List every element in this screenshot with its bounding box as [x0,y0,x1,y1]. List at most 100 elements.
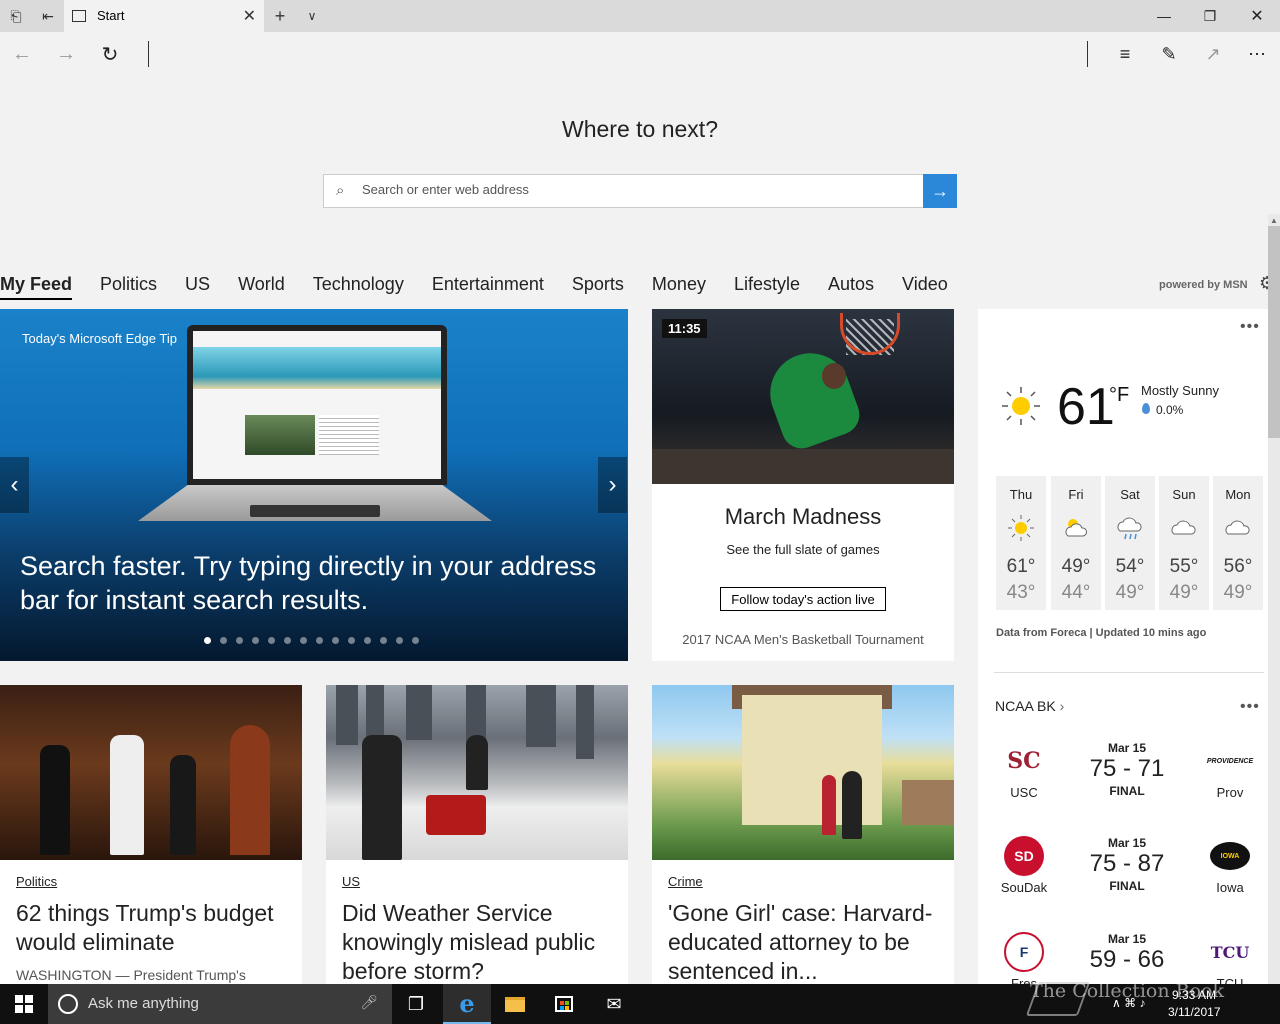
forecast-day[interactable]: Mon 56° 49° [1213,476,1263,610]
news-card[interactable]: Crime 'Gone Girl' case: Harvard-educated… [652,685,954,985]
new-tab-icon[interactable]: + [270,6,290,26]
tab-autos[interactable]: Autos [828,270,874,300]
set-tabs-aside-icon[interactable]: ⇤ [38,6,58,26]
news-image [652,685,954,860]
forecast-day[interactable]: Sun 55° 49° [1159,476,1209,610]
carousel-dot[interactable] [412,637,419,644]
tab-my-feed[interactable]: My Feed [0,270,73,300]
start-button[interactable] [0,984,48,1024]
tab-us[interactable]: US [185,270,210,300]
scores-title[interactable]: NCAA BK › [995,698,1064,714]
carousel-dot[interactable] [300,637,307,644]
away-team: Prov [1216,785,1244,800]
more-button[interactable]: ⋯ [1243,40,1271,68]
forecast-day-name: Sun [1172,487,1196,502]
cortana-placeholder: Ask me anything [88,995,199,1012]
back-button[interactable]: ← [8,40,36,68]
forecast-low: 49° [1223,582,1253,603]
game-score: 75 - 87 [1089,850,1165,877]
cortana-search-box[interactable]: Ask me anything 🎤︎ [48,984,392,1024]
forward-button[interactable]: → [52,40,80,68]
microphone-icon[interactable]: 🎤︎ [360,994,378,1011]
carousel-dot[interactable] [364,637,371,644]
scores-more-icon[interactable]: ••• [1240,698,1260,716]
store-app-icon[interactable] [540,984,588,1024]
tab-video[interactable]: Video [902,270,948,300]
file-explorer-icon[interactable] [491,984,539,1024]
march-madness-card[interactable]: 11:35 March Madness See the full slate o… [652,309,954,661]
promo-footer: 2017 NCAA Men's Basketball Tournament [682,632,924,647]
temperature-unit[interactable]: °F [1109,384,1129,407]
watermark-text: The Collection Book [1030,980,1224,1002]
carousel-dot[interactable] [348,637,355,644]
score-row[interactable]: SC USC Mar 15 75 - 71 FINAL PROVIDENCE P… [994,741,1258,811]
follow-action-button[interactable]: Follow today's action live [720,587,886,611]
carousel-dot[interactable] [252,637,259,644]
close-window-button[interactable]: ✕ [1234,0,1280,32]
hub-button[interactable]: ≡ [1111,40,1139,68]
carousel-prev-button[interactable]: ‹ [0,457,29,513]
title-bar: ⎗ ⇤ Start ✕ + ∨ — ❐ ✕ [0,0,1280,32]
close-tab-icon[interactable]: ✕ [243,6,256,26]
tab-politics[interactable]: Politics [100,270,157,300]
search-box[interactable]: ⌕ → [323,174,957,208]
carousel-dot[interactable] [268,637,275,644]
tab-start[interactable]: Start ✕ [64,0,264,32]
news-headline[interactable]: 62 things Trump's budget would eliminate [16,899,296,957]
chevron-down-icon[interactable]: ∨ [302,6,322,26]
carousel-dot[interactable] [236,637,243,644]
carousel-next-button[interactable]: › [598,457,627,513]
news-headline[interactable]: Did Weather Service knowingly mislead pu… [342,899,622,985]
news-category[interactable]: Politics [16,874,57,889]
tab-list-icon[interactable]: ⎗ [6,6,26,26]
web-note-button[interactable]: ✎ [1155,40,1183,68]
restore-button[interactable]: ❐ [1187,0,1233,32]
tab-sports[interactable]: Sports [572,270,624,300]
tab-world[interactable]: World [238,270,285,300]
fresno-state-logo-icon: F [1004,932,1044,972]
tab-lifestyle[interactable]: Lifestyle [734,270,800,300]
carousel-dot[interactable] [332,637,339,644]
edge-app-icon[interactable]: e [443,984,491,1024]
forecast-day-name: Sat [1120,487,1140,502]
score-row[interactable]: SD SouDak Mar 15 75 - 87 FINAL IOWA Iowa [994,836,1258,906]
tip-carousel[interactable]: Today's Microsoft Edge Tip Search faster… [0,309,628,661]
forecast-day[interactable]: Sat 54° 49° [1105,476,1155,610]
carousel-dot[interactable] [204,637,211,644]
page-heading: Where to next? [562,116,718,142]
tab-entertainment[interactable]: Entertainment [432,270,544,300]
news-headline[interactable]: 'Gone Girl' case: Harvard-educated attor… [668,899,948,985]
tip-label: Today's Microsoft Edge Tip [22,331,177,346]
forecast-day[interactable]: Thu 61° 43° [996,476,1046,610]
news-image [0,685,302,860]
mail-app-icon[interactable]: ✉ [590,984,638,1024]
weather-source[interactable]: Data from Foreca | Updated 10 mins ago [996,627,1206,639]
news-category[interactable]: US [342,874,360,889]
cloudy-icon [1225,520,1250,535]
weather-more-icon[interactable]: ••• [1240,318,1260,336]
share-button[interactable]: ↗ [1199,40,1227,68]
forecast-high: 49° [1061,556,1091,577]
scrollbar-thumb[interactable] [1268,226,1280,438]
tab-technology[interactable]: Technology [313,270,404,300]
carousel-dot[interactable] [284,637,291,644]
news-card[interactable]: US Did Weather Service knowingly mislead… [326,685,628,985]
tab-money[interactable]: Money [652,270,706,300]
scroll-up-arrow-icon[interactable]: ▲ [1268,214,1280,226]
search-input[interactable] [362,182,902,197]
carousel-dot[interactable] [316,637,323,644]
go-button[interactable]: → [923,174,957,208]
carousel-headline[interactable]: Search faster. Try typing directly in yo… [20,549,620,617]
carousel-dot[interactable] [380,637,387,644]
clock-date[interactable]: 3/11/2017 [1168,1005,1221,1019]
start-page-icon [72,10,86,22]
scoreboard-text: 11:35 [662,319,707,338]
refresh-button[interactable]: ↻ [96,40,124,68]
forecast-day[interactable]: Fri 49° 44° [1051,476,1101,610]
news-category[interactable]: Crime [668,874,703,889]
task-view-icon[interactable]: ❐ [392,984,440,1024]
carousel-dot[interactable] [396,637,403,644]
news-card[interactable]: Politics 62 things Trump's budget would … [0,685,302,985]
minimize-button[interactable]: — [1141,0,1187,32]
carousel-dot[interactable] [220,637,227,644]
